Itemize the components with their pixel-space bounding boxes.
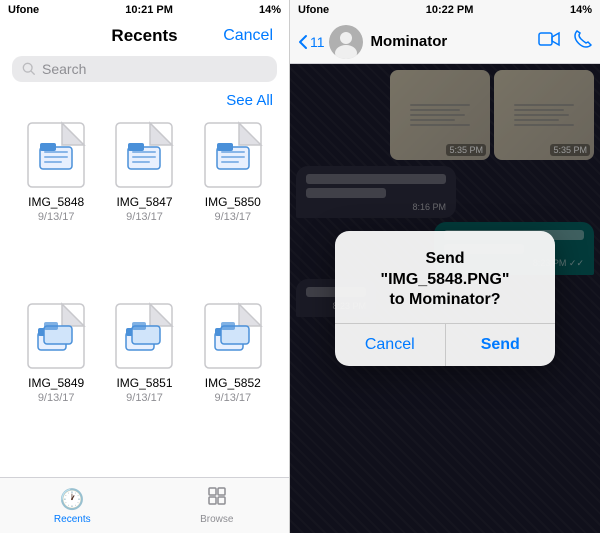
tab-browse[interactable]: Browse [145, 486, 290, 525]
left-battery: 14% [259, 4, 281, 16]
recents-title: Recents [111, 26, 177, 46]
dialog-cancel-button[interactable]: Cancel [335, 324, 446, 366]
file-date-3: 9/13/17 [38, 392, 75, 404]
right-time: 10:22 PM [426, 4, 474, 16]
file-item-4[interactable]: IMG_5851 9/13/17 [104, 300, 184, 473]
back-count: 11 [310, 34, 325, 50]
header-actions [538, 30, 592, 53]
right-panel: Ufone 10:22 PM 14% 11 Mominator [290, 0, 600, 533]
left-carrier: Ufone [8, 4, 39, 16]
file-name-3: IMG_5849 [28, 376, 84, 390]
file-date-5: 9/13/17 [214, 392, 251, 404]
file-item-2[interactable]: IMG_5850 9/13/17 [193, 119, 273, 292]
recents-icon: 🕐 [60, 487, 85, 512]
left-status-bar: Ufone 10:21 PM 14% [0, 0, 289, 20]
left-time: 10:21 PM [125, 4, 173, 16]
file-date-1: 9/13/17 [126, 211, 163, 223]
left-panel: Ufone 10:21 PM 14% Recents Cancel Search… [0, 0, 290, 533]
browse-icon [207, 486, 227, 512]
tab-recents-label: Recents [54, 514, 91, 525]
file-name-2: IMG_5850 [205, 195, 261, 209]
file-icon-0 [24, 119, 88, 191]
right-header: 11 Mominator [290, 20, 600, 64]
right-status-bar: Ufone 10:22 PM 14% [290, 0, 600, 20]
dialog-to-label: to Mominator? [389, 291, 500, 308]
file-item-3[interactable]: IMG_5849 9/13/17 [16, 300, 96, 473]
dialog-send-label: Send [425, 250, 464, 267]
file-name-1: IMG_5847 [116, 195, 172, 209]
see-all-link[interactable]: See All [226, 92, 273, 109]
file-icon-4 [112, 300, 176, 372]
file-date-4: 9/13/17 [126, 392, 163, 404]
confirm-dialog: Send "IMG_5848.PNG" to Mominator? Cancel… [335, 231, 555, 366]
right-battery: 14% [570, 4, 592, 16]
file-icon-3 [24, 300, 88, 372]
file-icon-5 [201, 300, 265, 372]
video-call-button[interactable] [538, 31, 560, 52]
dialog-overlay: Send "IMG_5848.PNG" to Mominator? Cancel… [290, 64, 600, 533]
cancel-button[interactable]: Cancel [223, 27, 273, 45]
dialog-filename: "IMG_5848.PNG" [381, 271, 510, 288]
phone-call-button[interactable] [574, 30, 592, 53]
contact-avatar[interactable] [329, 25, 363, 59]
back-button[interactable]: 11 [298, 34, 325, 50]
see-all-row: See All [0, 88, 289, 115]
search-placeholder: Search [42, 61, 86, 77]
dialog-actions: Cancel Send [335, 323, 555, 366]
tab-browse-label: Browse [200, 514, 233, 525]
file-date-2: 9/13/17 [214, 211, 251, 223]
search-bar[interactable]: Search [12, 56, 277, 82]
left-tab-bar: 🕐 Recents Browse [0, 477, 289, 533]
chat-area: 5:35 PM 5:35 PM 8:16 PM [290, 64, 600, 533]
dialog-title: Send "IMG_5848.PNG" to Mominator? [351, 249, 539, 311]
dialog-content: Send "IMG_5848.PNG" to Mominator? [335, 231, 555, 323]
file-name-4: IMG_5851 [116, 376, 172, 390]
left-header: Recents Cancel [0, 20, 289, 50]
file-icon-2 [201, 119, 265, 191]
files-grid: IMG_5848 9/13/17 IMG_5847 9/13/17 [0, 115, 289, 477]
file-item-1[interactable]: IMG_5847 9/13/17 [104, 119, 184, 292]
file-date-0: 9/13/17 [38, 211, 75, 223]
file-item-5[interactable]: IMG_5852 9/13/17 [193, 300, 273, 473]
contact-name: Mominator [371, 33, 534, 50]
file-item-0[interactable]: IMG_5848 9/13/17 [16, 119, 96, 292]
right-carrier: Ufone [298, 4, 329, 16]
file-name-5: IMG_5852 [205, 376, 261, 390]
file-icon-1 [112, 119, 176, 191]
search-icon [22, 62, 36, 76]
dialog-send-button[interactable]: Send [446, 324, 556, 366]
file-name-0: IMG_5848 [28, 195, 84, 209]
tab-recents[interactable]: 🕐 Recents [0, 487, 145, 525]
